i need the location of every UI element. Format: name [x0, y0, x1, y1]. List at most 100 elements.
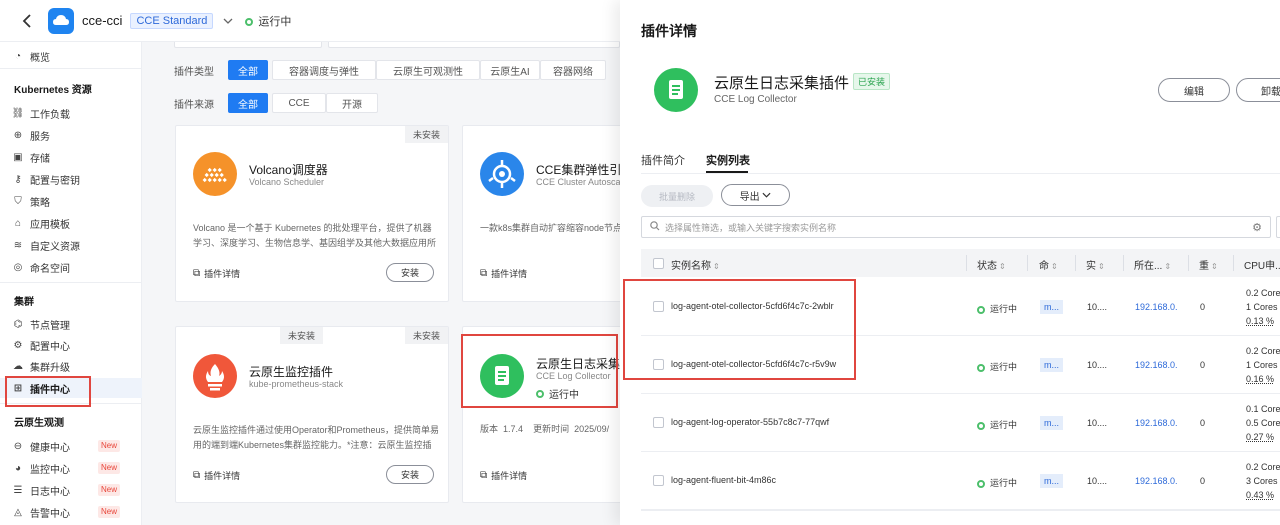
sidebar-item-app-template[interactable]: ⌂ 应用模板 — [0, 213, 142, 233]
filter-type-observability[interactable]: 云原生可观测性 — [376, 60, 480, 80]
sidebar-item-upgrade[interactable]: ☁ 集群升级 — [0, 356, 142, 376]
filter-type-scheduling[interactable]: 容器调度与弹性 — [272, 60, 376, 80]
shield-icon: ⛉ — [14, 195, 22, 207]
sidebar-item-label: 应用模板 — [30, 219, 70, 231]
uninstalled-badge: 未安装 — [280, 327, 324, 344]
plugin-detail-link[interactable]: ⧉ 插件详情 — [193, 469, 240, 482]
install-button[interactable]: 安装 — [386, 465, 434, 484]
column-header-node[interactable]: 所在... ⇕ — [1134, 257, 1171, 272]
gear-icon[interactable]: ⚙ — [1252, 221, 1262, 234]
sidebar-item-workload[interactable]: ⛓ 工作负载 — [0, 103, 142, 123]
export-button[interactable]: 导出 — [721, 184, 790, 206]
cluster-status-text: 运行中 — [258, 15, 292, 28]
cpu-limit: 1 Cores — [1246, 360, 1278, 370]
sidebar-item-label: 告警中心 — [30, 508, 70, 520]
column-label: 所在... — [1134, 261, 1163, 272]
installed-badge: 已安装 — [853, 73, 891, 90]
column-divider — [1075, 255, 1076, 271]
plugin-card-volcano[interactable]: 未安装 Volcano调度器 Volcano Scheduler Volcano… — [175, 125, 449, 302]
plugin-card-subtitle: CCE Cluster Autosca — [536, 177, 620, 187]
plugin-detail-link[interactable]: ⧉ 插件详情 — [480, 267, 527, 280]
plugin-card-desc: 云原生监控插件通过使用Operator和Prometheus，提供简单易 — [193, 425, 440, 435]
back-arrow-icon[interactable] — [12, 6, 42, 36]
column-header-name[interactable]: 实例名称 ⇕ — [671, 257, 720, 272]
filter-icon: ⇕ — [999, 262, 1006, 271]
sidebar-item-custom-resource[interactable]: ≋ 自定义资源 — [0, 235, 142, 255]
sidebar-item-namespace[interactable]: ◎ 命名空间 — [0, 257, 142, 277]
cluster-name: cce-cci — [82, 13, 123, 28]
updated-value: 2025/09/ — [574, 424, 610, 434]
chevron-down-icon[interactable] — [223, 15, 233, 27]
sidebar-item-monitor[interactable]: ◕ 监控中心 New — [0, 458, 142, 478]
instance-search-input[interactable]: 选择属性筛选，或输入关键字搜索实例名称 ⚙ — [641, 216, 1271, 238]
node-ip-link[interactable]: 192.168.0. — [1135, 302, 1178, 312]
plugin-center-main: 插件类型 全部 容器调度与弹性 云原生可观测性 云原生AI 容器网络 插件来源 … — [142, 42, 620, 525]
column-header-cpu[interactable]: CPU申... — [1244, 257, 1280, 272]
highlight-box — [461, 334, 618, 408]
column-header-namespace[interactable]: 命 ⇕ — [1039, 257, 1058, 272]
sort-icon: ⇕ — [713, 262, 720, 271]
table-row[interactable]: log-agent-log-operator-55b7c8c7-77qwf 运行… — [641, 394, 1280, 452]
row-checkbox[interactable] — [653, 475, 664, 486]
sidebar-item-policy[interactable]: ⛉ 策略 — [0, 191, 142, 211]
sidebar-item-label: 健康中心 — [30, 442, 70, 454]
column-label: CPU申... — [1244, 261, 1280, 272]
refresh-button[interactable] — [1276, 216, 1280, 238]
sidebar-group-cluster: 集群 — [14, 297, 34, 308]
sidebar-group-k8s: Kubernetes 资源 — [14, 85, 92, 96]
sidebar-item-log[interactable]: ☰ 日志中心 New — [0, 480, 142, 500]
instance-name[interactable]: log-agent-log-operator-55b7c8c7-77qwf — [671, 417, 829, 427]
column-header-status[interactable]: 状态 ⇕ — [977, 257, 1006, 272]
search-input[interactable] — [174, 42, 322, 48]
filter-type-all[interactable]: 全部 — [228, 60, 268, 80]
filter-type-network[interactable]: 容器网络 — [540, 60, 606, 80]
column-header-instance-ip[interactable]: 实 ⇕ — [1086, 257, 1105, 272]
running-dot-icon — [977, 363, 985, 372]
filter-source-open[interactable]: 开源 — [326, 93, 378, 113]
install-button[interactable]: 安装 — [386, 263, 434, 282]
sidebar-item-config-secret[interactable]: ⚷ 配置与密钥 — [0, 169, 142, 189]
plugin-card-desc: 学习、深度学习、生物信息学、基因组学及其他大数据应用所 — [193, 238, 437, 248]
sidebar-item-overview[interactable]: ◔ 概览 — [0, 46, 142, 66]
edit-button[interactable]: 编辑 — [1158, 78, 1230, 102]
plugin-card-autoscaler[interactable]: CCE集群弹性引擎 CCE Cluster Autosca 一款k8s集群自动扩… — [462, 125, 620, 302]
node-ip-link[interactable]: 192.168.0. — [1135, 360, 1178, 370]
filter-source-cce[interactable]: CCE — [272, 93, 326, 113]
sidebar-item-storage[interactable]: ▣ 存储 — [0, 147, 142, 167]
search-input-secondary[interactable] — [328, 42, 620, 48]
edition-tag: CCE Standard — [130, 12, 214, 29]
version-label: 版本 — [480, 424, 499, 434]
tab-instances[interactable]: 实例列表 — [706, 152, 750, 168]
sidebar-item-config-center[interactable]: ⚙ 配置中心 — [0, 335, 142, 355]
column-header-restarts[interactable]: 重 ⇕ — [1199, 257, 1218, 272]
instance-status-text: 运行中 — [990, 362, 1018, 372]
batch-delete-button[interactable]: 批量删除 — [641, 185, 713, 207]
cpu-request: 0.2 Core — [1246, 346, 1280, 356]
instance-name[interactable]: log-agent-fluent-bit-4m86c — [671, 475, 776, 485]
sidebar-item-service[interactable]: ⊕ 服务 — [0, 125, 142, 145]
uninstall-button[interactable]: 卸载 — [1236, 78, 1280, 102]
plugin-detail-label: 插件详情 — [204, 269, 241, 279]
filter-type-ai[interactable]: 云原生AI — [480, 60, 540, 80]
tab-intro[interactable]: 插件简介 — [641, 152, 685, 168]
row-checkbox[interactable] — [653, 417, 664, 428]
plugin-detail-link[interactable]: ⧉ 插件详情 — [480, 469, 527, 482]
detail-icon: ⧉ — [480, 268, 488, 279]
column-divider — [1188, 255, 1189, 271]
table-row[interactable]: log-agent-fluent-bit-4m86c 运行中 m... 10..… — [641, 452, 1280, 510]
select-all-checkbox[interactable] — [653, 258, 664, 269]
plugin-card-desc: Volcano 是一个基于 Kubernetes 的批处理平台，提供了机器 — [193, 223, 432, 233]
node-ip-link[interactable]: 192.168.0. — [1135, 476, 1178, 486]
filter-source-all[interactable]: 全部 — [228, 93, 268, 113]
sidebar-item-node[interactable]: ⌬ 节点管理 — [0, 314, 142, 334]
plugin-card-prometheus[interactable]: 未安装 云原生监控插件 kube-prometheus-stack 云原生监控插… — [175, 326, 449, 503]
plugin-detail-link[interactable]: ⧉ 插件详情 — [193, 267, 240, 280]
divider — [0, 68, 142, 69]
instance-status: 运行中 — [977, 418, 1017, 431]
detail-icon: ⧉ — [193, 268, 201, 279]
version-value: 1.7.4 — [503, 424, 524, 434]
node-ip-link[interactable]: 192.168.0. — [1135, 418, 1178, 428]
sidebar-item-health[interactable]: ⊖ 健康中心 New — [0, 436, 142, 456]
sidebar-item-alarm[interactable]: ◬ 告警中心 New — [0, 502, 142, 522]
new-badge: New — [97, 462, 120, 474]
